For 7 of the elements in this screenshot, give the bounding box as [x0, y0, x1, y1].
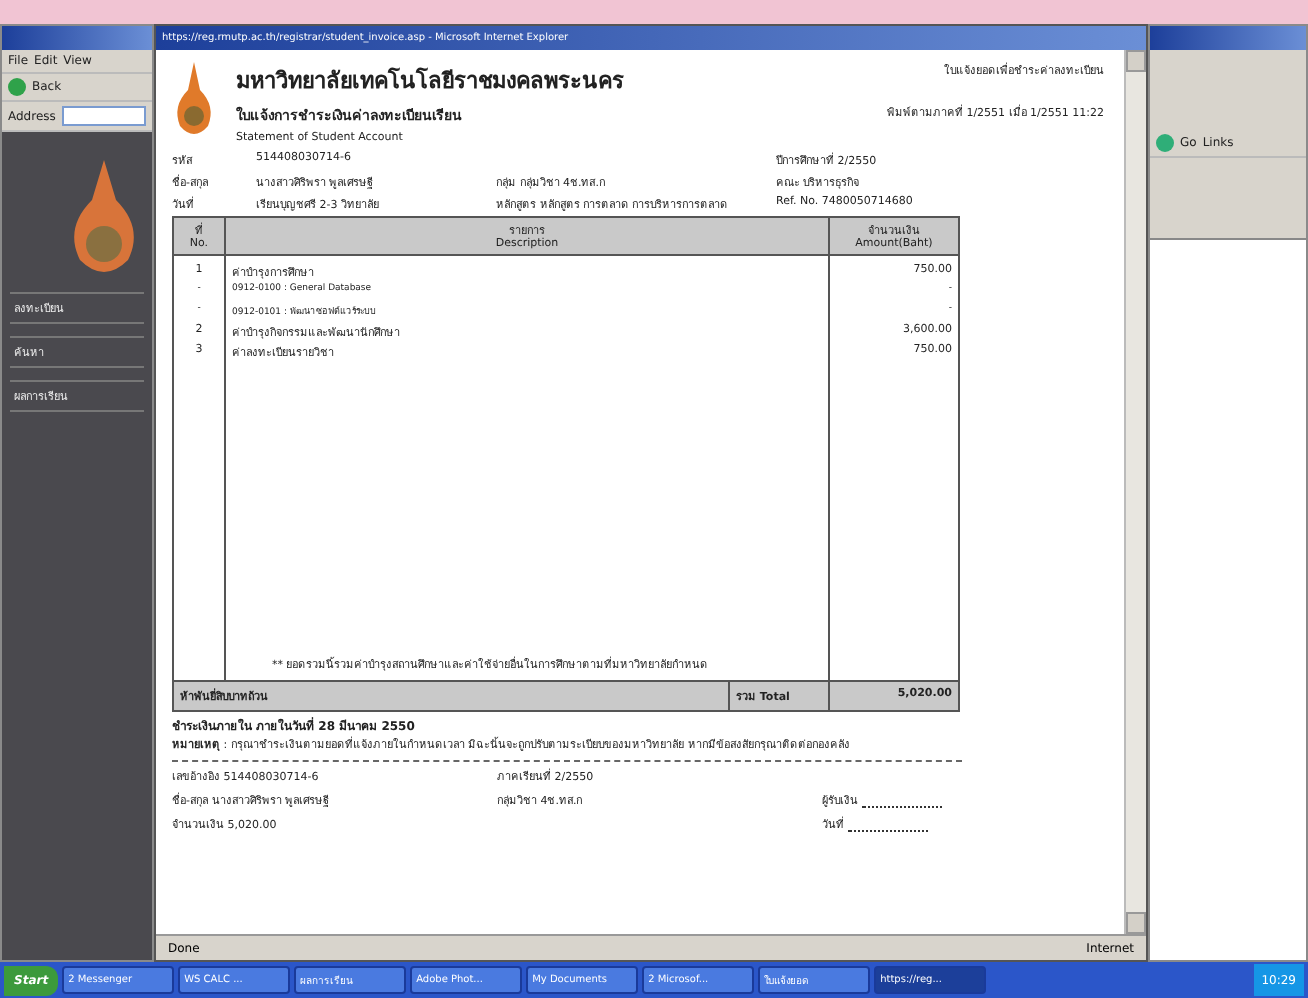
go-icon[interactable]	[1156, 134, 1174, 152]
university-name: มหาวิทยาลัยเทคโนโลยีราชมงคลพระนคร	[236, 65, 624, 98]
date-line	[848, 829, 928, 832]
scrollbar[interactable]	[1124, 50, 1146, 934]
signature-line	[862, 805, 942, 808]
address-field[interactable]	[61, 106, 146, 126]
back-icon[interactable]	[8, 78, 26, 96]
